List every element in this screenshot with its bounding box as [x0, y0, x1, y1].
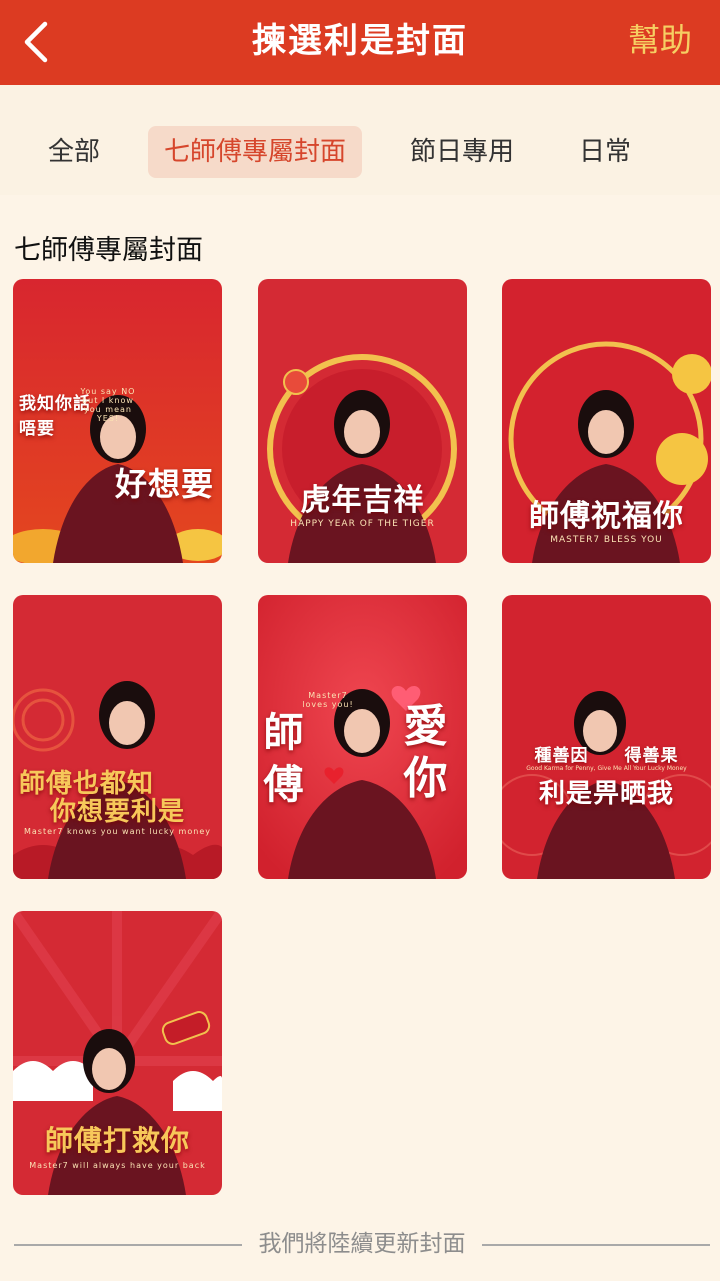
cover-artwork: [13, 595, 222, 879]
cover-card[interactable]: 種善因 得善果 Good Karma for Penny, Give Me Al…: [502, 595, 711, 879]
cover-artwork: [502, 595, 711, 879]
tab-daily[interactable]: 日常: [562, 126, 648, 178]
cover-subtitle: Master7 will always have your back: [29, 1161, 206, 1170]
cover-caption: 利是畀晒我: [538, 779, 674, 809]
cover-subtitle: HAPPY YEAR OF THE TIGER: [290, 519, 435, 529]
cover-caption: 好想要: [114, 465, 214, 503]
cover-subtitle: Master7 loves you!: [302, 691, 354, 709]
divider-right: [482, 1244, 710, 1246]
tab-festival[interactable]: 節日專用: [396, 126, 528, 178]
cover-caption-side: 師傅: [263, 709, 305, 808]
cover-card[interactable]: 師傅也都知 你想要利是 Master7 knows you want lucky…: [13, 595, 222, 879]
tab-master7-exclusive[interactable]: 七師傅專屬封面: [148, 126, 362, 178]
cover-card[interactable]: 愛你 師傅 Master7 loves you!: [258, 595, 467, 879]
cover-caption: 師傅祝福你: [529, 499, 684, 534]
cover-caption: 虎年吉祥: [300, 483, 425, 518]
cover-caption-side: 你想要利是: [49, 797, 185, 827]
tab-all[interactable]: 全部: [30, 126, 118, 178]
cover-caption-side: 種善因 得善果: [534, 746, 679, 766]
cover-subtitle: Master7 knows you want lucky money: [24, 827, 211, 836]
cover-subtitle: Good Karma for Penny, Give Me All Your L…: [526, 765, 687, 772]
cover-caption: 師傅打救你: [44, 1124, 190, 1157]
help-button[interactable]: 幫助: [628, 0, 692, 85]
app-bar: 揀選利是封面 幫助: [0, 0, 720, 85]
cover-card[interactable]: 師傅打救你 Master7 will always have your back: [13, 911, 222, 1195]
cover-subtitle: MASTER7 BLESS YOU: [550, 535, 663, 545]
footer-note: 我們將陸續更新封面: [14, 1228, 710, 1262]
category-tabs: 全部 七師傅專屬封面 節日專用 日常: [0, 85, 720, 195]
section-title: 七師傅專屬封面: [14, 235, 203, 266]
cover-card[interactable]: 師傅祝福你 MASTER7 BLESS YOU: [502, 279, 711, 563]
cover-caption: 愛你: [403, 701, 449, 804]
cover-card[interactable]: 虎年吉祥 HAPPY YEAR OF THE TIGER: [258, 279, 467, 563]
cover-subtitle: You say NO but I know you mean YES!: [80, 387, 136, 423]
page-title: 揀選利是封面: [252, 21, 468, 61]
cover-card[interactable]: 好想要 我知你話唔要 You say NO but I know you mea…: [13, 279, 222, 563]
